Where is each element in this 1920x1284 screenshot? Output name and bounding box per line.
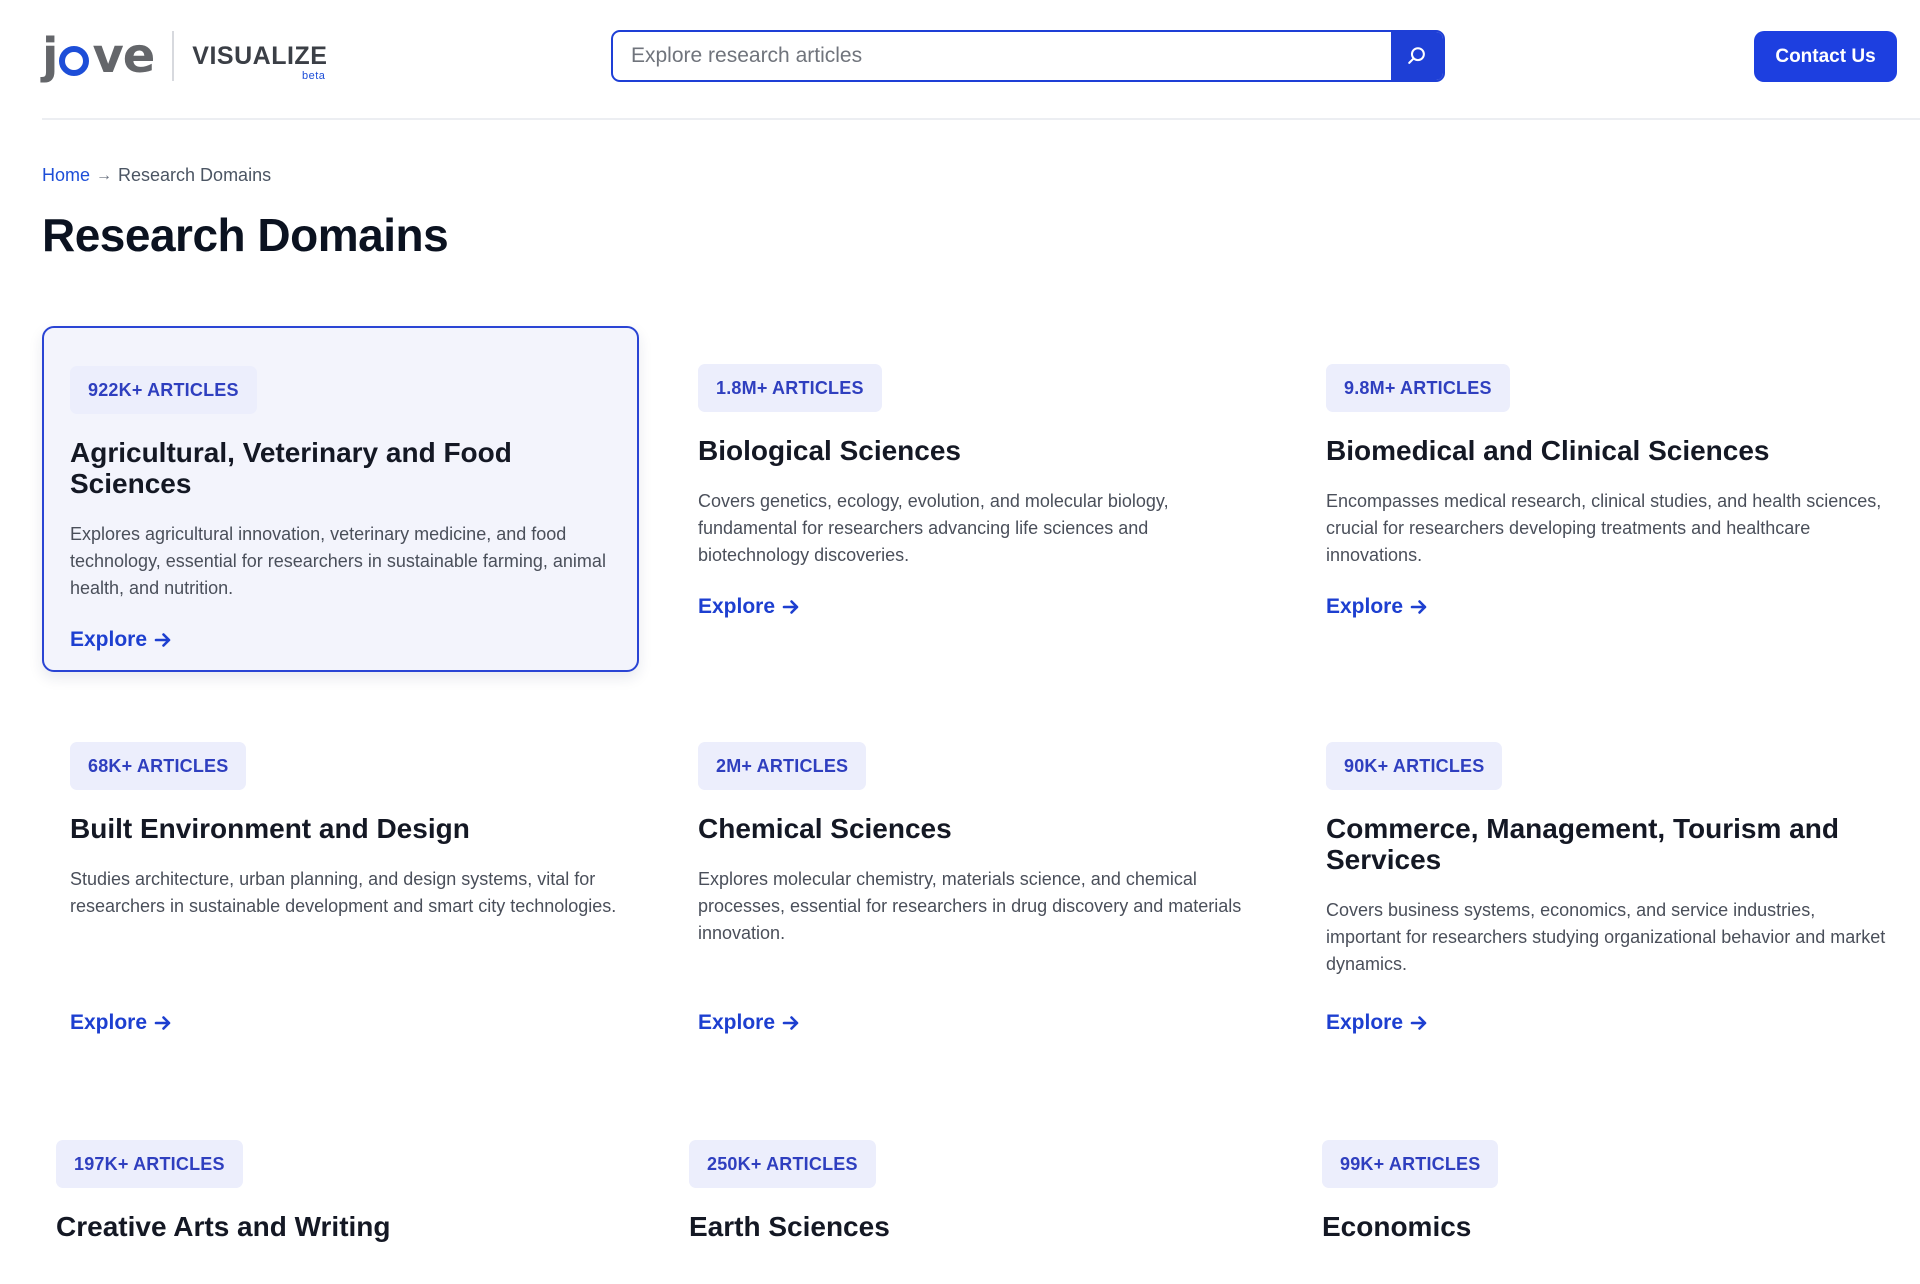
domain-card-biomedical[interactable]: 9.8M+ ARTICLES Biomedical and Clinical S…	[1298, 326, 1895, 672]
domain-card-economics[interactable]: 99K+ ARTICLES Economics	[1294, 1102, 1891, 1284]
explore-link[interactable]: Explore	[70, 1011, 173, 1035]
arrow-right-icon	[1410, 1016, 1427, 1030]
domain-card-built-environment[interactable]: 68K+ ARTICLES Built Environment and Desi…	[42, 704, 639, 1064]
domain-card-agricultural[interactable]: 922K+ ARTICLES Agricultural, Veterinary …	[42, 326, 639, 672]
arrow-right-icon	[1410, 600, 1427, 614]
breadcrumb-arrow-icon: →	[96, 166, 113, 184]
explore-link[interactable]: Explore	[698, 595, 801, 619]
domain-card-biological[interactable]: 1.8M+ ARTICLES Biological Sciences Cover…	[670, 326, 1267, 672]
explore-link[interactable]: Explore	[1326, 595, 1429, 619]
domain-card-earth[interactable]: 250K+ ARTICLES Earth Sciences	[661, 1102, 1258, 1284]
visualize-wordmark: VISUALIZE beta	[192, 41, 328, 82]
domain-description: Explores molecular chemistry, materials …	[698, 869, 1242, 943]
article-count-badge: 197K+ ARTICLES	[56, 1140, 243, 1188]
search-icon	[1408, 47, 1425, 64]
domain-card-commerce[interactable]: 90K+ ARTICLES Commerce, Management, Tour…	[1298, 704, 1895, 1064]
article-count-badge: 922K+ ARTICLES	[70, 366, 257, 414]
article-count-badge: 250K+ ARTICLES	[689, 1140, 876, 1188]
search-button[interactable]	[1391, 32, 1443, 80]
beta-label: beta	[301, 69, 326, 82]
article-count-badge: 68K+ ARTICLES	[70, 742, 247, 790]
domain-title: Biological Sciences	[698, 435, 961, 466]
contact-us-button[interactable]: Contact Us	[1754, 31, 1897, 82]
domain-description: Covers business systems, economics, and …	[1326, 900, 1886, 974]
logo-divider	[172, 31, 175, 81]
explore-link[interactable]: Explore	[698, 1011, 801, 1035]
arrow-right-icon	[782, 1016, 799, 1030]
article-count-badge: 1.8M+ ARTICLES	[698, 364, 882, 412]
jove-wordmark: j ve	[42, 28, 155, 84]
search-input[interactable]	[613, 32, 1391, 80]
domain-description: Explores agricultural innovation, veteri…	[70, 524, 606, 598]
explore-link[interactable]: Explore	[1326, 1011, 1429, 1035]
breadcrumb: Home → Research Domains	[42, 165, 271, 186]
domain-title: Economics	[1322, 1211, 1472, 1242]
search-bar	[611, 30, 1445, 82]
domain-description: Covers genetics, ecology, evolution, and…	[698, 491, 1169, 565]
breadcrumb-current: Research Domains	[118, 165, 272, 185]
logo-o-ring-icon	[59, 46, 90, 76]
arrow-right-icon	[154, 1016, 171, 1030]
article-count-badge: 99K+ ARTICLES	[1322, 1140, 1499, 1188]
domain-description: Encompasses medical research, clinical s…	[1326, 491, 1882, 565]
article-count-badge: 2M+ ARTICLES	[698, 742, 867, 790]
site-header: jve VISUALIZE beta Contact Us	[0, 0, 1920, 120]
arrow-right-icon	[154, 633, 171, 647]
explore-link[interactable]: Explore	[70, 628, 173, 652]
domain-title: Built Environment and Design	[70, 813, 470, 844]
domain-title: Agricultural, Veterinary and Food Scienc…	[70, 437, 512, 499]
jove-visualize-logo[interactable]: j ve VISUALIZE beta	[42, 26, 327, 86]
domain-title: Biomedical and Clinical Sciences	[1326, 435, 1770, 466]
domain-card-chemical[interactable]: 2M+ ARTICLES Chemical Sciences Explores …	[670, 704, 1267, 1064]
breadcrumb-home-link[interactable]: Home	[42, 165, 90, 186]
article-count-badge: 9.8M+ ARTICLES	[1326, 364, 1510, 412]
header-divider	[42, 118, 1920, 120]
domain-title: Commerce, Management, Tourism and Servic…	[1326, 813, 1839, 875]
domain-title: Chemical Sciences	[698, 813, 952, 844]
domain-title: Earth Sciences	[689, 1211, 890, 1242]
domain-card-creative-arts[interactable]: 197K+ ARTICLES Creative Arts and Writing	[28, 1102, 625, 1284]
article-count-badge: 90K+ ARTICLES	[1326, 742, 1503, 790]
domain-description: Studies architecture, urban planning, an…	[70, 869, 617, 916]
arrow-right-icon	[782, 600, 799, 614]
page-title: Research Domains	[42, 209, 449, 261]
domain-title: Creative Arts and Writing	[56, 1211, 391, 1242]
